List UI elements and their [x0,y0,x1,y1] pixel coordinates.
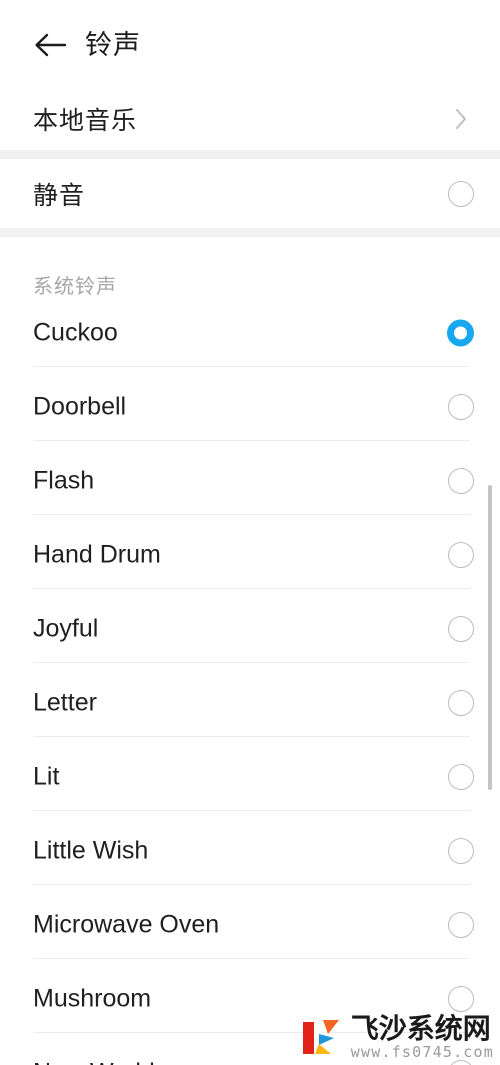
ringtone-row[interactable]: Hand Drum [0,518,500,592]
row-separator [33,366,470,367]
app-header: 铃声 [0,0,500,88]
ringtone-row[interactable]: New World [0,1036,500,1065]
radio-flash[interactable] [448,468,474,494]
scrollbar-thumb[interactable] [488,485,492,790]
chevron-right-icon[interactable] [448,106,474,132]
row-separator [33,884,470,885]
ringtone-row-label: Flash [33,466,95,495]
ringtone-row[interactable]: Mushroom [0,962,500,1036]
row-separator [33,958,470,959]
back-arrow-icon[interactable] [30,26,70,64]
ringtone-row[interactable]: Flash [0,444,500,518]
row-local-music[interactable]: 本地音乐 [0,88,500,150]
ringtone-row-label: Doorbell [33,392,127,421]
radio-little-wish[interactable] [448,838,474,864]
row-separator [33,736,470,737]
ringtone-settings-screen: 铃声 本地音乐 静音 系统铃声 Cuckoo Doorbell Flash Hand … [0,0,500,1065]
section-header-system-ringtones: 系统铃声 [33,276,117,298]
ringtone-row-label: New World [33,1059,155,1065]
ringtone-row-label: Hand Drum [33,540,161,569]
radio-hand-drum[interactable] [448,542,474,568]
ringtone-row[interactable]: Letter [0,666,500,740]
row-separator [33,1032,470,1033]
ringtone-row[interactable]: Joyful [0,592,500,666]
radio-letter[interactable] [448,690,474,716]
ringtone-row[interactable]: Little Wish [0,814,500,888]
ringtone-row-label: Letter [33,688,97,717]
section-band-top [0,150,500,159]
ringtone-row-label: Lit [33,762,60,791]
ringtone-row-label: Microwave Oven [33,910,220,939]
radio-new-world[interactable] [448,1060,474,1065]
radio-joyful[interactable] [448,616,474,642]
radio-microwave-oven[interactable] [448,912,474,938]
page-title: 铃声 [85,30,141,60]
row-separator [33,810,470,811]
ringtone-row-label: Cuckoo [33,318,118,347]
ringtone-row-label: Little Wish [33,836,149,865]
row-separator [33,440,470,441]
ringtone-row-label: Joyful [33,614,99,643]
row-separator [33,588,470,589]
row-separator [33,514,470,515]
row-silent-label: 静音 [33,181,86,210]
ringtone-row[interactable]: Microwave Oven [0,888,500,962]
row-local-music-label: 本地音乐 [33,107,138,135]
radio-doorbell[interactable] [448,394,474,420]
radio-silent[interactable] [448,180,474,207]
ringtone-row[interactable]: Doorbell [0,370,500,444]
radio-lit[interactable] [448,764,474,790]
row-separator [33,662,470,663]
ringtone-row[interactable]: Cuckoo [0,296,500,370]
ringtone-row[interactable]: Lit [0,740,500,814]
section-band-bottom [0,228,500,237]
row-silent[interactable]: 静音 [0,159,500,228]
ringtone-row-label: Mushroom [33,984,152,1013]
radio-cuckoo[interactable] [447,319,474,347]
radio-mushroom[interactable] [448,986,474,1012]
